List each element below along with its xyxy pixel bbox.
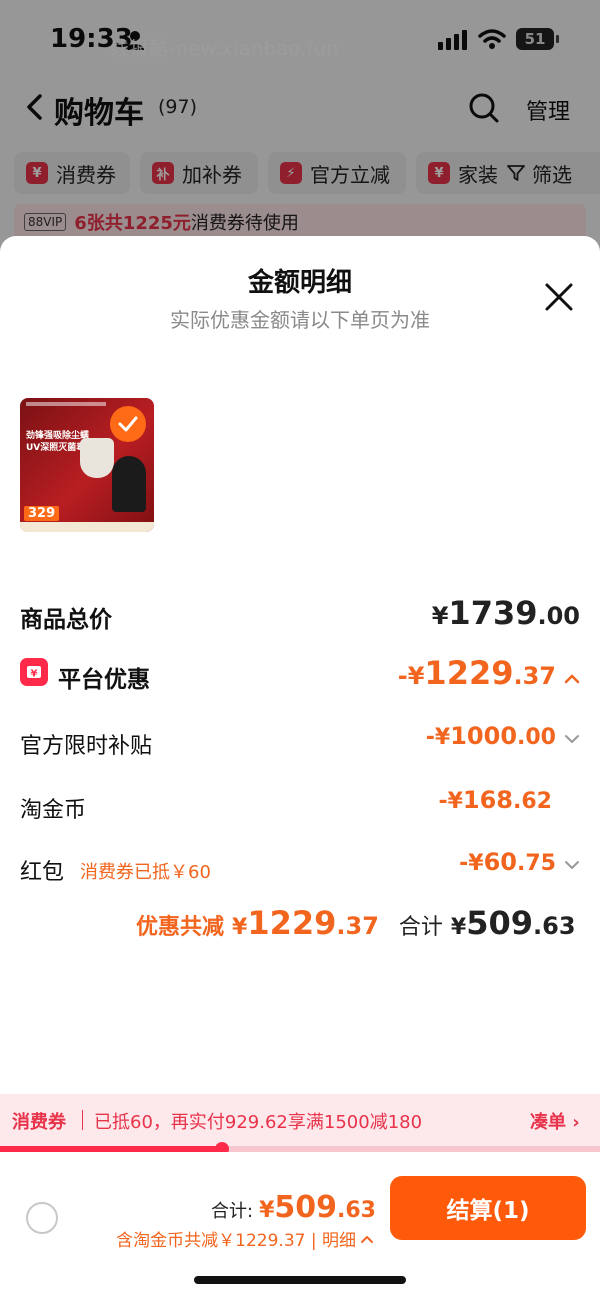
bottom-total-label: 合计: <box>211 1201 254 1222</box>
select-all-checkbox[interactable] <box>26 1202 58 1234</box>
coupon-promo-bar[interactable]: 消费券 已抵60，再实付929.62享满1500减180 凑单 › <box>0 1094 600 1146</box>
row-platform-discount[interactable]: ¥ 平台优惠 -¥ 1229 .37 <box>20 654 580 698</box>
bottom-integer: 509 <box>274 1190 338 1225</box>
summary-total-label: 合计 <box>398 915 443 940</box>
add-items-link[interactable]: 凑单 › <box>530 1108 580 1134</box>
promo-divider <box>82 1110 83 1130</box>
close-icon[interactable] <box>542 280 576 314</box>
thumb-product-image <box>80 438 114 478</box>
amount-integer: 60 <box>483 848 518 876</box>
amount-integer: 168 <box>462 786 514 814</box>
bottom-currency: ¥ <box>259 1198 275 1223</box>
row-red-packet[interactable]: 红包 消费券已抵￥60 -¥ 60 .75 <box>20 848 580 892</box>
product-thumbnail[interactable]: 劲锋强吸除尘螨 UV深照灭菌毒 329 <box>20 398 154 532</box>
bottom-total: 合计: ¥ 509 .63 <box>211 1190 376 1225</box>
modal-overlay[interactable] <box>0 0 600 260</box>
thumb-subheadline: UV深照灭菌毒 <box>26 443 86 453</box>
coins-label: 淘金币 <box>20 798 87 823</box>
row-official-subsidy[interactable]: 官方限时补贴 -¥ 1000 .00 <box>20 722 580 766</box>
currency-symbol: -¥ <box>438 789 463 814</box>
discount-integer: 1229 <box>247 904 337 942</box>
goods-total-amount: ¥ 1739 .00 <box>432 594 580 632</box>
goods-total-label: 商品总价 <box>20 607 112 633</box>
svg-text:¥: ¥ <box>31 669 38 680</box>
total-discount-label: 优惠共减 <box>136 915 225 940</box>
checkout-button[interactable]: 结算(1) <box>390 1176 586 1240</box>
chevron-up-icon[interactable] <box>564 674 580 684</box>
chevron-up-icon <box>361 1235 373 1243</box>
thumb-model-image <box>112 456 146 512</box>
amount-decimal: .37 <box>513 662 556 690</box>
currency-symbol: ¥ <box>431 602 449 630</box>
promo-tag: 消费券 <box>12 1112 66 1133</box>
summary-total-decimal: .63 <box>533 912 576 940</box>
amount-decimal: .00 <box>517 725 556 750</box>
amount-decimal: .62 <box>513 789 552 814</box>
chevron-down-icon[interactable] <box>564 734 580 744</box>
row-goods-total: 商品总价 ¥ 1739 .00 <box>20 594 580 638</box>
currency-symbol: -¥ <box>425 725 451 750</box>
discount-summary: 优惠共减 ¥ 1229 .37 合计 ¥ 509 .63 <box>136 904 576 948</box>
official-subsidy-label: 官方限时补贴 <box>20 734 153 759</box>
amount-integer: 1000 <box>450 722 518 750</box>
chevron-down-icon[interactable] <box>564 860 580 870</box>
promo-text: 已抵60，再实付929.62享满1500减180 <box>94 1112 423 1133</box>
currency-symbol: -¥ <box>397 662 425 690</box>
row-taobao-coins: 淘金币 -¥ 168 .62 <box>20 786 580 830</box>
discount-detail-text: 含淘金币共减￥1229.37 | 明细 <box>116 1231 356 1251</box>
platform-coupon-icon: ¥ <box>20 658 48 686</box>
thumb-price-tag: 329 <box>24 506 60 521</box>
official-subsidy-amount: -¥ 1000 .00 <box>426 722 580 750</box>
bottom-discount-detail[interactable]: 含淘金币共减￥1229.37 | 明细 <box>116 1226 374 1251</box>
red-packet-note: 消费券已抵￥60 <box>80 862 211 883</box>
red-packet-amount: -¥ 60 .75 <box>459 848 580 876</box>
amount-decimal: .00 <box>537 602 580 630</box>
coins-amount: -¥ 168 .62 <box>438 786 552 814</box>
currency-symbol: -¥ <box>459 851 484 876</box>
amount-detail-sheet: 金额明细 实际优惠金额请以下单页为准 劲锋强吸除尘螨 UV深照灭菌毒 329 商… <box>0 236 600 1298</box>
sheet-title: 金额明细 <box>247 268 352 298</box>
home-indicator <box>194 1276 406 1284</box>
bottom-decimal: .63 <box>337 1198 376 1223</box>
platform-discount-label: 平台优惠 <box>58 667 150 693</box>
discount-currency: ¥ <box>232 915 248 940</box>
thumb-brand-strip <box>26 402 106 406</box>
red-packet-label: 红包 <box>20 860 65 885</box>
summary-total-currency: ¥ <box>450 915 467 940</box>
sheet-subtitle: 实际优惠金额请以下单页为准 <box>170 308 430 332</box>
selected-check-icon <box>110 406 146 442</box>
amount-decimal: .75 <box>517 851 556 876</box>
amount-integer: 1229 <box>424 654 514 692</box>
amount-integer: 1739 <box>448 594 538 632</box>
discount-decimal: .37 <box>336 912 379 940</box>
thumb-footer-strip <box>20 522 154 532</box>
platform-discount-amount: -¥ 1229 .37 <box>398 654 580 692</box>
summary-total-integer: 509 <box>466 904 534 942</box>
